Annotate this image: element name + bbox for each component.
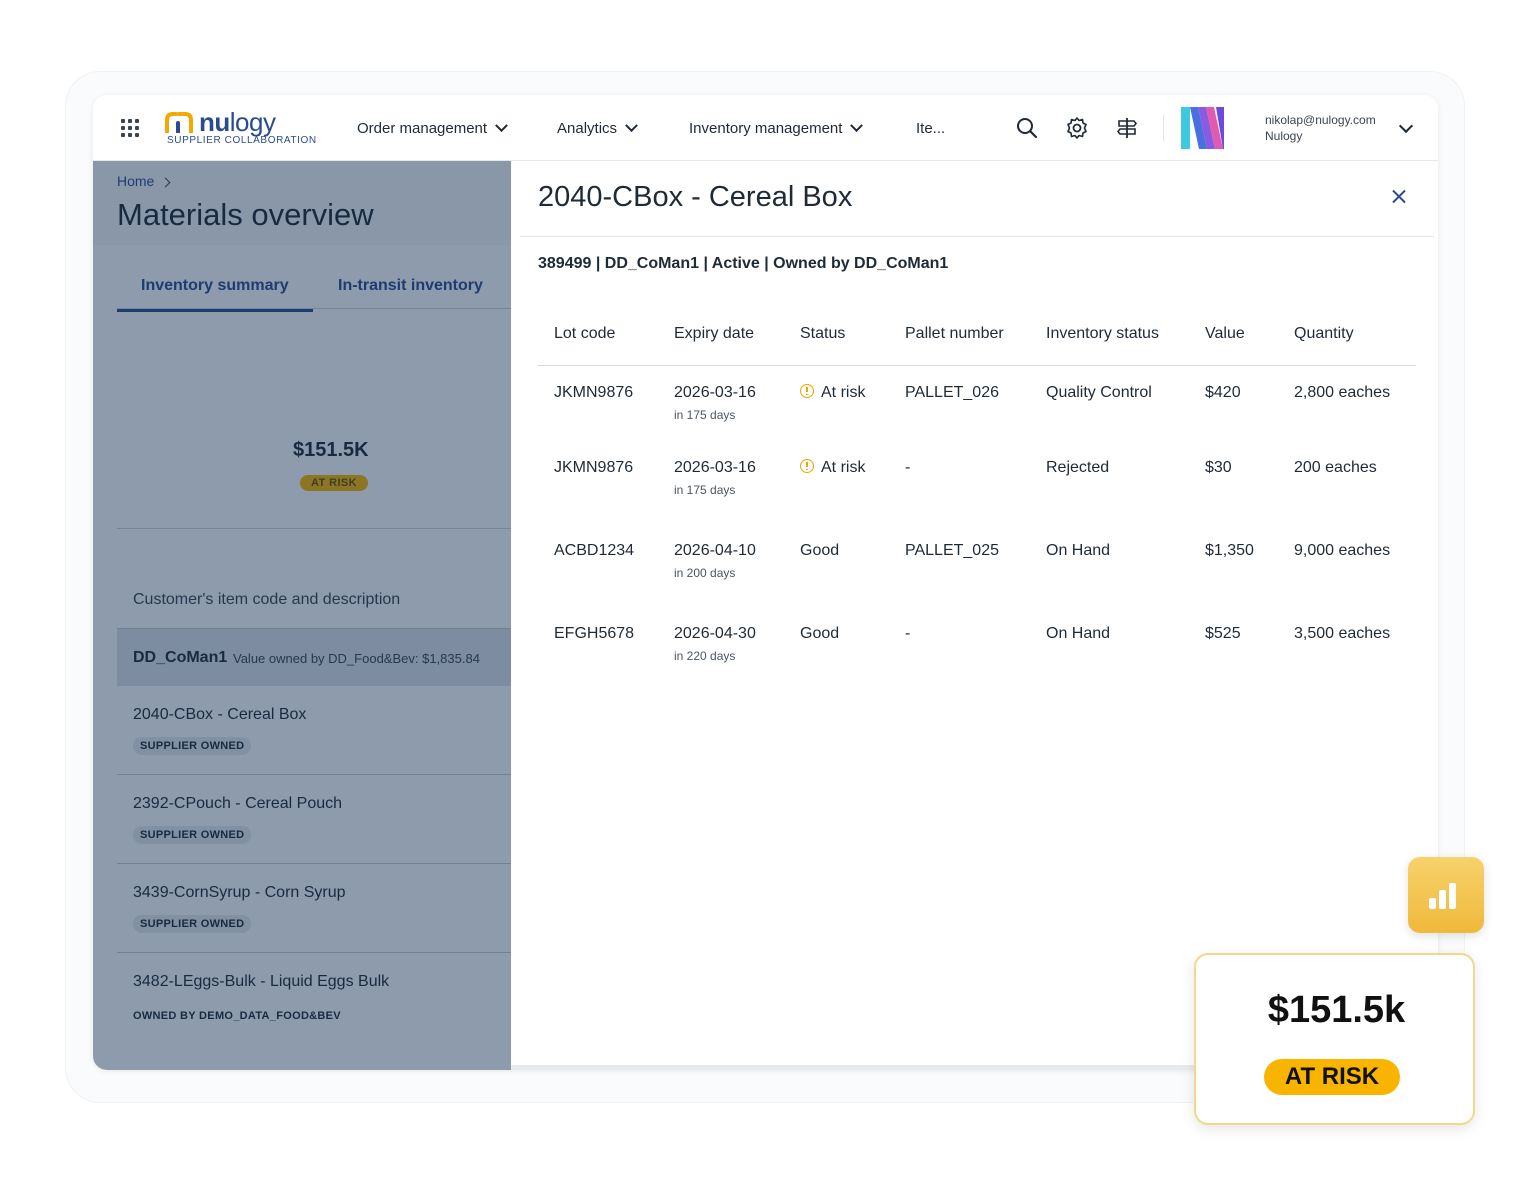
nav-divider: [1163, 115, 1164, 141]
cell-lot-code: ACBD1234: [554, 542, 635, 559]
warning-icon: [800, 384, 814, 398]
cell-quantity: 2,800 eaches: [1294, 384, 1391, 401]
cell-pallet-number: PALLET_025: [905, 542, 999, 559]
cell-quantity: 200 eaches: [1294, 459, 1377, 476]
divider: [520, 236, 1434, 237]
logo-wordmark: nulogy: [199, 107, 276, 137]
cell-expiry-relative: in 175 days: [674, 408, 736, 422]
col-header-value: Value: [1205, 325, 1245, 342]
cell-quantity: 3,500 eaches: [1294, 625, 1391, 642]
cell-status: Good: [800, 542, 839, 560]
cell-status: Good: [800, 625, 839, 643]
menu-label: Inventory management: [689, 119, 843, 137]
cell-lot-code: JKMN9876: [554, 384, 634, 401]
status-text: Good: [800, 625, 840, 642]
cell-expiry-relative: in 175 days: [674, 483, 736, 497]
cell-expiry-date: 2026-03-16: [674, 384, 756, 401]
col-header-status: Status: [800, 325, 846, 342]
col-header-inventory-status: Inventory status: [1046, 325, 1159, 342]
chevron-down-icon: [495, 118, 508, 132]
cell-expiry-date: 2026-04-30: [674, 625, 756, 642]
top-nav: nulogy SUPPLIER COLLABORATION Order mana…: [93, 95, 1438, 161]
cell-expiry-relative: in 200 days: [674, 566, 736, 580]
cell-value: $525: [1205, 625, 1241, 642]
menu-label: Order management: [357, 119, 488, 137]
cell-value: $30: [1205, 459, 1232, 476]
apps-grid-icon[interactable]: [121, 119, 139, 137]
menu-items-truncated[interactable]: Ite...: [916, 95, 945, 161]
cell-expiry-relative: in 220 days: [674, 649, 736, 663]
status-text: Good: [800, 542, 840, 559]
chevron-down-icon: [625, 118, 638, 132]
close-icon[interactable]: [1388, 186, 1410, 208]
warning-icon: [800, 459, 814, 473]
status-text: At risk: [821, 384, 866, 401]
cell-pallet-number: -: [905, 459, 911, 476]
user-org: Nulogy: [1265, 129, 1303, 143]
header-divider: [538, 365, 1416, 366]
modal-overlay[interactable]: [93, 161, 511, 1070]
user-email: nikolap@nulogy.com: [1265, 113, 1376, 127]
item-meta: 389499 | DD_CoMan1 | Active | Owned by D…: [538, 255, 949, 272]
gear-icon[interactable]: [1064, 115, 1090, 141]
cell-pallet-number: PALLET_026: [905, 384, 999, 401]
menu-label: Ite...: [916, 119, 946, 137]
cell-status: At risk: [800, 459, 865, 477]
at-risk-badge: AT RISK: [1264, 1059, 1400, 1095]
status-text: At risk: [821, 459, 866, 476]
cell-lot-code: JKMN9876: [554, 459, 634, 476]
col-header-lot-code: Lot code: [554, 325, 616, 342]
cell-expiry-date: 2026-04-10: [674, 542, 756, 559]
app-window: nulogy SUPPLIER COLLABORATION Order mana…: [93, 95, 1438, 1070]
cell-inventory-status: Rejected: [1046, 459, 1110, 476]
menu-analytics[interactable]: Analytics: [557, 95, 638, 161]
search-icon[interactable]: [1014, 115, 1040, 141]
at-risk-value: $151.5k: [1267, 989, 1406, 1031]
cell-quantity: 9,000 eaches: [1294, 542, 1391, 559]
cell-expiry-date: 2026-03-16: [674, 459, 756, 476]
menu-inventory-management[interactable]: Inventory management: [689, 95, 864, 161]
cell-lot-code: EFGH5678: [554, 625, 635, 642]
nulogy-logo[interactable]: nulogy SUPPLIER COLLABORATION: [165, 107, 317, 149]
stage: nulogy SUPPLIER COLLABORATION Order mana…: [0, 0, 1536, 1185]
logo-subtitle: SUPPLIER COLLABORATION: [167, 135, 317, 146]
menu-label: Analytics: [557, 119, 618, 137]
cell-status: At risk: [800, 384, 865, 402]
cell-pallet-number: -: [905, 625, 911, 642]
cell-inventory-status: On Hand: [1046, 625, 1111, 642]
col-header-pallet-number: Pallet number: [905, 325, 1004, 342]
cell-inventory-status: On Hand: [1046, 542, 1111, 559]
cell-inventory-status: Quality Control: [1046, 384, 1152, 401]
col-header-expiry-date: Expiry date: [674, 325, 755, 342]
chevron-down-icon: [850, 118, 864, 132]
signpost-icon[interactable]: [1114, 115, 1140, 141]
user-info[interactable]: nikolap@nulogy.com Nulogy: [1265, 112, 1376, 144]
item-detail-drawer: 2040-CBox - Cereal Box 389499 | DD_CoMan…: [511, 161, 1438, 1070]
at-risk-summary-card: $151.5k AT RISK: [1194, 953, 1475, 1125]
nulogy-logo-mark-icon: [165, 112, 193, 133]
cell-value: $1,350: [1205, 542, 1254, 559]
analytics-chart-button[interactable]: [1408, 857, 1484, 933]
cell-value: $420: [1205, 384, 1241, 401]
drawer-title: 2040-CBox - Cereal Box: [538, 181, 853, 213]
user-menu-chevron-icon[interactable]: [1398, 118, 1414, 134]
menu-order-management[interactable]: Order management: [357, 95, 508, 161]
org-avatar[interactable]: [1181, 107, 1225, 149]
col-header-quantity: Quantity: [1294, 325, 1354, 342]
